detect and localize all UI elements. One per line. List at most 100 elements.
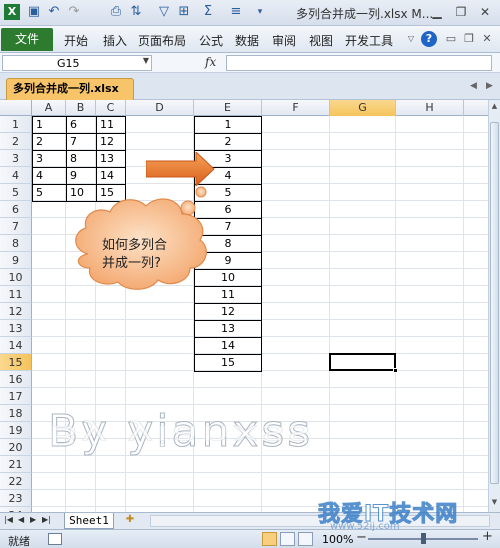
sort-icon[interactable]: ⇅ (128, 4, 144, 20)
cell-a2[interactable]: 2 (32, 133, 66, 150)
scroll-down-icon[interactable]: ▼ (490, 498, 499, 506)
scroll-up-icon[interactable]: ▲ (490, 102, 499, 110)
column-header-g[interactable]: G (330, 100, 396, 116)
zoom-level[interactable]: 100% (322, 533, 353, 546)
next-sheet-icon[interactable]: ▶ (30, 515, 36, 524)
scroll-right-icon[interactable]: ▶ (486, 81, 493, 91)
cell-e2[interactable]: 2 (194, 133, 262, 150)
last-sheet-icon[interactable]: ▶| (42, 515, 51, 524)
tab-view[interactable]: 视图 (309, 32, 333, 49)
cell-e14[interactable]: 14 (194, 337, 262, 354)
tab-insert[interactable]: 插入 (103, 32, 127, 49)
row-header-20[interactable]: 20 (0, 439, 32, 456)
filter-icon[interactable]: ▽ (156, 4, 172, 20)
first-sheet-icon[interactable]: |◀ (4, 515, 13, 524)
column-header-d[interactable]: D (126, 100, 194, 116)
row-header-9[interactable]: 9 (0, 252, 32, 269)
cell-c1[interactable]: 11 (96, 116, 126, 133)
select-all-corner[interactable] (0, 100, 32, 116)
zoom-slider-knob[interactable] (421, 533, 426, 544)
macro-record-icon[interactable] (48, 533, 62, 545)
tab-page-layout[interactable]: 页面布局 (138, 32, 186, 49)
cell-c3[interactable]: 13 (96, 150, 126, 167)
name-box[interactable]: G15 ▼ (2, 55, 152, 71)
cell-a5[interactable]: 5 (32, 184, 66, 201)
cell-b4[interactable]: 9 (66, 167, 96, 184)
tab-data[interactable]: 数据 (235, 32, 259, 49)
row-header-16[interactable]: 16 (0, 371, 32, 388)
selected-cell[interactable] (329, 353, 396, 371)
cell-e15[interactable]: 15 (194, 354, 262, 371)
cell-e1[interactable]: 1 (194, 116, 262, 133)
cell-c2[interactable]: 12 (96, 133, 126, 150)
excel-logo-icon[interactable]: X (4, 4, 20, 20)
undo-icon[interactable]: ↶ (46, 4, 62, 20)
cell-b3[interactable]: 8 (66, 150, 96, 167)
wb-restore-icon[interactable]: ❐ (461, 31, 477, 47)
column-header-b[interactable]: B (66, 100, 96, 116)
workbook-tab[interactable]: 多列合并成一列.xlsx (6, 78, 134, 100)
close-icon[interactable]: ✕ (474, 3, 496, 21)
row-header-19[interactable]: 19 (0, 422, 32, 439)
redo-icon[interactable]: ↷ (66, 4, 82, 20)
row-header-1[interactable]: 1 (0, 116, 32, 133)
row-header-5[interactable]: 5 (0, 184, 32, 201)
row-header-23[interactable]: 23 (0, 490, 32, 507)
insert-sheet-icon[interactable]: ✚ (120, 514, 140, 528)
tab-developer[interactable]: 开发工具 (345, 32, 393, 49)
row-header-11[interactable]: 11 (0, 286, 32, 303)
zoom-in-icon[interactable]: + (482, 529, 493, 544)
save-icon[interactable]: ▣ (26, 4, 42, 20)
tab-file[interactable]: 文件 (1, 28, 53, 51)
sheet-tab-sheet1[interactable]: Sheet1 (64, 513, 114, 529)
row-header-10[interactable]: 10 (0, 269, 32, 286)
fx-icon[interactable]: fx (205, 55, 216, 69)
wb-minimize-icon[interactable]: ▭ (443, 31, 459, 47)
column-header-f[interactable]: F (262, 100, 330, 116)
column-header-a[interactable]: A (32, 100, 66, 116)
row-header-15[interactable]: 15 (0, 354, 32, 371)
cell-c4[interactable]: 14 (96, 167, 126, 184)
cell-b1[interactable]: 6 (66, 116, 96, 133)
cell-b2[interactable]: 7 (66, 133, 96, 150)
chevron-down-icon[interactable]: ▼ (143, 56, 149, 65)
scroll-thumb[interactable] (490, 122, 499, 484)
worksheet-grid[interactable]: ABCDEFGH 1 2 3 4 5 6 7 8 9 10 11 12 13 14 15 16 17 18 19 20… (0, 100, 488, 512)
row-header-12[interactable]: 12 (0, 303, 32, 320)
row-header-21[interactable]: 21 (0, 456, 32, 473)
row-header-13[interactable]: 13 (0, 320, 32, 337)
cell-e13[interactable]: 13 (194, 320, 262, 337)
cell-a3[interactable]: 3 (32, 150, 66, 167)
row-header-4[interactable]: 4 (0, 167, 32, 184)
ribbon-collapse-icon[interactable]: ▽ (403, 31, 419, 47)
customize-qa-icon[interactable]: ▾ (252, 4, 268, 20)
tab-review[interactable]: 审阅 (272, 32, 296, 49)
tab-formulas[interactable]: 公式 (199, 32, 223, 49)
page-break-view-icon[interactable] (298, 532, 313, 546)
column-header-c[interactable]: C (96, 100, 126, 116)
cell-e12[interactable]: 12 (194, 303, 262, 320)
tab-home[interactable]: 开始 (64, 32, 88, 49)
format-icon[interactable]: ≡ (228, 4, 244, 20)
print-preview-icon[interactable]: ⎙ (108, 4, 124, 20)
row-header-14[interactable]: 14 (0, 337, 32, 354)
row-header-7[interactable]: 7 (0, 218, 32, 235)
minimize-icon[interactable]: ▁ (426, 3, 448, 21)
cell-a1[interactable]: 1 (32, 116, 66, 133)
restore-icon[interactable]: ❐ (450, 3, 472, 21)
row-header-6[interactable]: 6 (0, 201, 32, 218)
row-header-3[interactable]: 3 (0, 150, 32, 167)
cell-a4[interactable]: 4 (32, 167, 66, 184)
page-layout-view-icon[interactable] (280, 532, 295, 546)
autosum-icon[interactable]: Σ (200, 4, 216, 20)
borders-icon[interactable]: ⊞ (176, 4, 192, 20)
vertical-scrollbar[interactable]: ▲ ▼ (488, 100, 500, 512)
row-header-2[interactable]: 2 (0, 133, 32, 150)
fill-handle[interactable] (393, 368, 398, 373)
normal-view-icon[interactable] (262, 532, 277, 546)
row-header-22[interactable]: 22 (0, 473, 32, 490)
row-header-8[interactable]: 8 (0, 235, 32, 252)
help-icon[interactable]: ? (421, 31, 437, 47)
prev-sheet-icon[interactable]: ◀ (18, 515, 24, 524)
column-header-h[interactable]: H (396, 100, 464, 116)
